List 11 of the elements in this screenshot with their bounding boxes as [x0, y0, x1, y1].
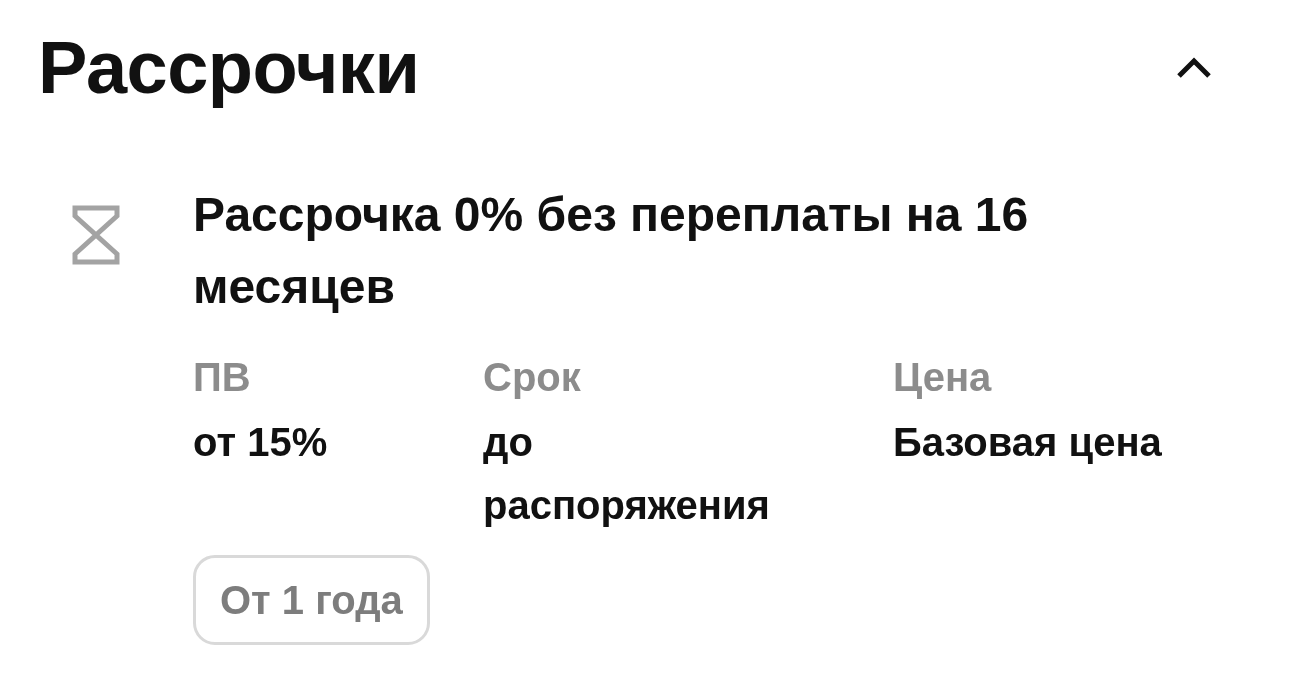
detail-label: Цена	[893, 354, 992, 401]
detail-label: Срок	[483, 354, 581, 401]
detail-value: до распоряжения	[483, 419, 771, 529]
hourglass-icon	[72, 205, 120, 265]
detail-value: Базовая цена	[893, 419, 1162, 466]
chevron-up-icon[interactable]	[1176, 57, 1212, 79]
section-title: Рассрочки	[38, 26, 420, 110]
plan-title: Рассрочка 0% без переплаты на 16 месяцев	[193, 187, 1030, 315]
detail-label: ПВ	[193, 354, 251, 401]
detail-value: от 15%	[193, 419, 328, 466]
term-tag: От 1 года	[193, 555, 430, 645]
